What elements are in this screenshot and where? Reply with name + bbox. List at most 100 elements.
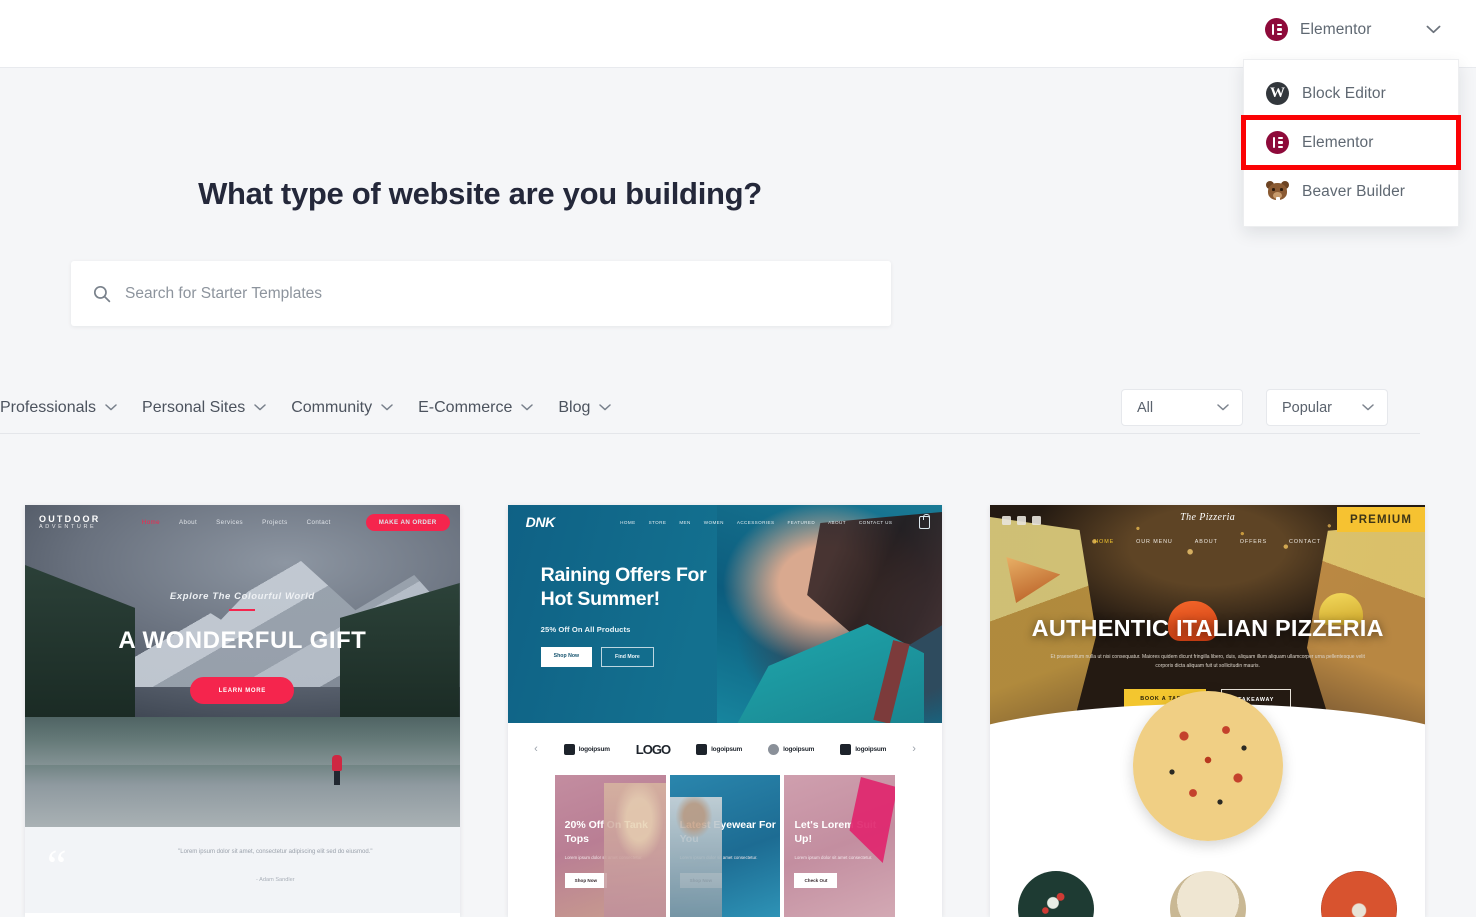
chevron-down-icon — [1217, 404, 1229, 411]
chevron-down-icon — [1362, 404, 1374, 411]
builder-menu-item-block-editor[interactable]: W Block Editor — [1244, 69, 1458, 118]
nav-link: FEATURED — [787, 519, 816, 525]
nav-link: MEN — [679, 519, 691, 525]
nav-link: HOME — [620, 519, 636, 525]
template-grid: OUTDOOR ADVENTURE Home About Services Pr… — [25, 505, 1426, 917]
preview-logo-sub: ADVENTURE — [39, 524, 97, 531]
promo-button: Shop Now — [679, 873, 723, 888]
category-list: Professionals Personal Sites Community E… — [0, 398, 612, 417]
preview-primary-button: Shop Now — [540, 647, 593, 668]
person-graphic — [331, 755, 342, 785]
category-professionals[interactable]: Professionals — [0, 399, 117, 417]
brand-logo: logoipsum — [840, 743, 886, 755]
nav-link: HOME — [1094, 539, 1115, 545]
preview-secondary-button: Find More — [601, 647, 654, 668]
search-input[interactable] — [125, 261, 869, 326]
builder-menu-item-label: Elementor — [1302, 133, 1374, 151]
preview-quote-section: “ "Lorem ipsum dolor sit amet, consectet… — [25, 827, 460, 913]
builder-menu-item-beaver-builder[interactable]: Beaver Builder — [1244, 167, 1458, 216]
category-personal-sites[interactable]: Personal Sites — [142, 399, 266, 417]
elementor-icon — [1265, 18, 1288, 41]
chevron-down-icon — [599, 404, 612, 411]
brand-logo: logoipsum — [563, 743, 610, 755]
selected-builder-label: Elementor — [1300, 20, 1372, 38]
template-preview-hero: OUTDOOR ADVENTURE Home About Services Pr… — [25, 505, 460, 827]
preview-nav: OUTDOOR ADVENTURE Home About Services Pr… — [25, 505, 460, 539]
category-label: Blog — [558, 398, 591, 416]
type-filter-value: All — [1137, 399, 1154, 416]
preview-events-section: UPCOMING EVENTS — [25, 913, 460, 917]
nav-link: OFFERS — [1239, 539, 1268, 545]
quote-mark-icon: “ — [47, 841, 67, 890]
brand-logo: logoipsum — [696, 743, 742, 755]
builder-menu-item-elementor[interactable]: Elementor — [1241, 115, 1461, 170]
chevron-down-icon — [1426, 25, 1441, 34]
pizza-graphic — [1132, 691, 1283, 841]
preview-subheadline: 25% Off On All Products — [540, 625, 631, 635]
preview-kicker: Explore The Colourful World — [169, 591, 315, 602]
chevron-right-icon: › — [912, 743, 916, 755]
brand-logo: LOGO — [635, 741, 671, 757]
nav-link: About — [178, 518, 198, 526]
elementor-icon — [1266, 131, 1289, 154]
type-filter-select[interactable]: All — [1121, 389, 1243, 426]
brand-logo: logoipsum — [768, 743, 814, 755]
promo-button: Shop Now — [564, 873, 608, 888]
template-card-dnk-fashion[interactable]: DNK HOME STORE MEN WOMEN ACCESSORIES FEA… — [507, 505, 943, 917]
preview-headline: Raining Offers For Hot Summer! — [540, 564, 707, 611]
nav-link: Home — [141, 518, 160, 526]
preview-hero-copy: Raining Offers For Hot Summer! 25% Off O… — [540, 563, 741, 668]
chevron-down-icon — [521, 404, 534, 411]
page-builder-selector[interactable]: Elementor — [1243, 0, 1459, 59]
promo-title: Latest Eyewear For You — [679, 819, 776, 845]
chevron-left-icon: ‹ — [534, 743, 538, 755]
promo-desc: Lorem ipsum dolor sit amet consectetur. — [794, 855, 873, 860]
category-label: Personal Sites — [142, 398, 246, 416]
category-community[interactable]: Community — [291, 399, 393, 417]
nav-link: ACCESSORIES — [736, 519, 775, 525]
template-card-italian-pizzeria[interactable]: PREMIUM The Pizzeria HOME OUR MENU ABOUT… — [990, 505, 1426, 917]
nav-link: Services — [216, 518, 244, 526]
category-e-commerce[interactable]: E-Commerce — [418, 399, 534, 417]
promo-title: 20% Off On Tank Tops — [564, 819, 648, 845]
promo-desc: Lorem ipsum dolor sit amet consectetur. — [564, 855, 643, 860]
preview-description: Et praesentium nulla ut nisi consequatur… — [1050, 654, 1365, 670]
preview-nav-links: HOME OUR MENU ABOUT OFFERS CONTACT — [990, 539, 1425, 545]
search-icon — [93, 285, 111, 303]
promo-button: Check Out — [794, 873, 838, 888]
preview-promo-tiles: 20% Off On Tank Tops Lorem ipsum dolor s… — [507, 775, 943, 917]
search-bar[interactable] — [71, 261, 891, 326]
starter-templates-page: Elementor W Block Editor Elementor Beave… — [0, 0, 1476, 917]
shopping-bag-icon — [919, 513, 931, 529]
page-builder-menu: W Block Editor Elementor Beaver Builder — [1241, 59, 1461, 227]
preview-nav-links: HOME STORE MEN WOMEN ACCESSORIES FEATURE… — [620, 513, 931, 529]
nav-link: STORE — [648, 519, 667, 525]
dish-thumbnails — [990, 871, 1425, 917]
nav-link: OUR MENU — [1136, 539, 1173, 545]
sort-filter-select[interactable]: Popular — [1266, 389, 1388, 426]
sort-filter-value: Popular — [1282, 399, 1332, 416]
filter-selects: All Popular — [1121, 389, 1420, 426]
preview-nav: DNK HOME STORE MEN WOMEN ACCESSORIES FEA… — [508, 505, 943, 539]
category-blog[interactable]: Blog — [558, 398, 612, 417]
beaver-builder-icon — [1266, 180, 1289, 203]
nav-link: CONTACT — [1289, 539, 1321, 545]
dish-thumbnail — [1018, 871, 1095, 917]
preview-brand-carousel: ‹ logoipsum LOGO logoipsum logoipsum log… — [507, 723, 943, 775]
template-card-outdoor-adventure[interactable]: OUTDOOR ADVENTURE Home About Services Pr… — [25, 505, 460, 917]
nav-link: WOMEN — [703, 519, 724, 525]
preview-hero-copy: Explore The Colourful World A WONDERFUL … — [25, 591, 460, 704]
preview-cta-button: LEARN MORE — [190, 677, 295, 704]
promo-desc: Lorem ipsum dolor sit amet consectetur. — [679, 855, 758, 860]
preview-nav-links: Home About Services Projects Contact MAK… — [141, 513, 450, 531]
lake-graphic — [25, 717, 460, 827]
preview-quote-author: - Adam Sandler — [256, 877, 295, 883]
nav-link: CONTACT US — [858, 519, 893, 525]
promo-tile: 20% Off On Tank Tops Lorem ipsum dolor s… — [554, 775, 666, 917]
preview-nav-cta: MAKE AN ORDER — [365, 513, 450, 531]
chevron-down-icon — [105, 404, 117, 411]
status-badge: PREMIUM — [1337, 507, 1426, 532]
nav-link: Contact — [306, 518, 331, 526]
template-preview-hero: DNK HOME STORE MEN WOMEN ACCESSORIES FEA… — [507, 505, 943, 723]
filter-bar: Professionals Personal Sites Community E… — [0, 382, 1420, 434]
